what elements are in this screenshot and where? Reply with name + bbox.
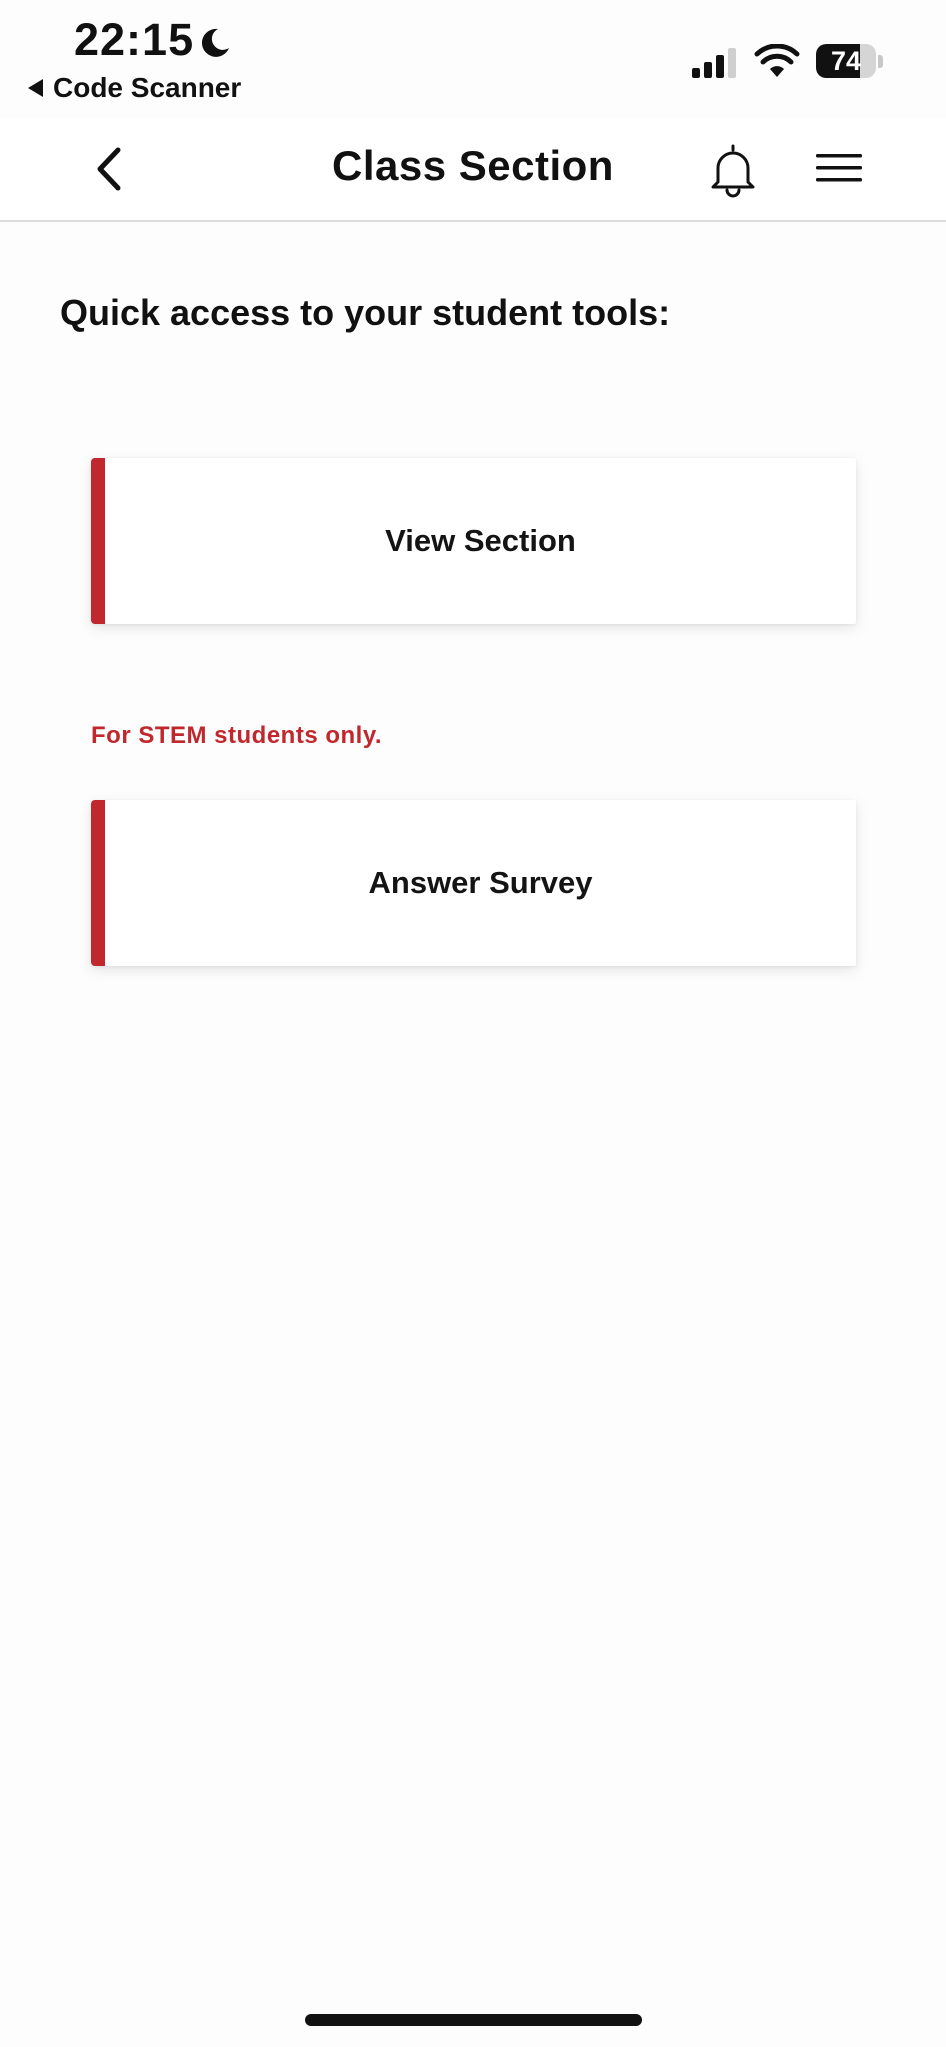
- answer-survey-button[interactable]: Answer Survey: [91, 800, 856, 966]
- view-section-button[interactable]: View Section: [91, 458, 856, 624]
- hamburger-menu-icon[interactable]: [814, 148, 864, 188]
- answer-survey-label: Answer Survey: [368, 865, 593, 900]
- signal-icon: [692, 48, 736, 78]
- moon-icon: [201, 28, 229, 57]
- wifi-icon: [754, 44, 800, 77]
- battery-body: 74: [816, 44, 876, 78]
- stem-note: For STEM students only.: [91, 722, 383, 749]
- view-section-label: View Section: [385, 523, 576, 558]
- home-indicator[interactable]: [305, 2014, 642, 2026]
- back-triangle-icon: [28, 79, 43, 97]
- page-title: Class Section: [332, 142, 614, 189]
- battery-level: 74: [830, 46, 862, 76]
- bell-icon[interactable]: [706, 142, 760, 198]
- battery-cap: [878, 55, 883, 68]
- back-to-app-link[interactable]: Code Scanner: [28, 72, 241, 104]
- status-bar: 22:15 Code Scanner 74: [0, 0, 946, 118]
- status-time: 22:15: [74, 14, 195, 65]
- back-app-label: Code Scanner: [53, 72, 242, 103]
- battery-icon: 74: [816, 44, 884, 80]
- intro-heading: Quick access to your student tools:: [60, 292, 671, 333]
- navigation-bar: Class Section: [0, 118, 946, 222]
